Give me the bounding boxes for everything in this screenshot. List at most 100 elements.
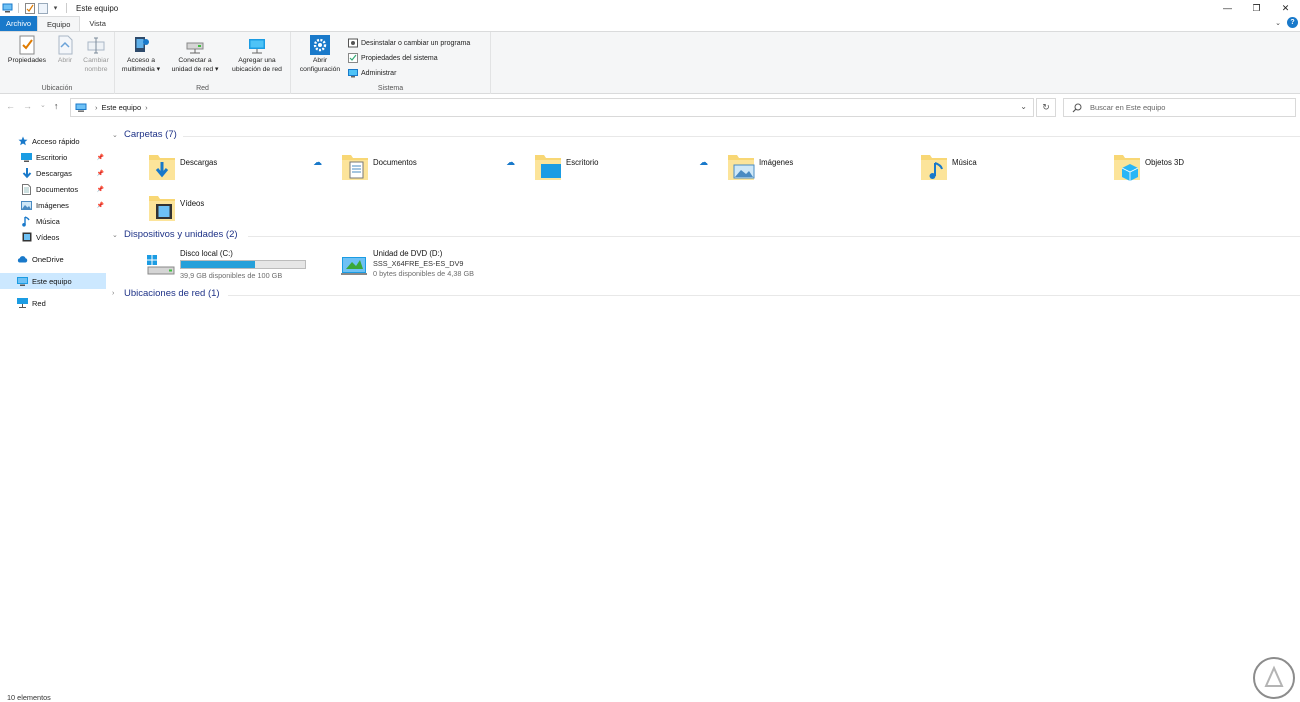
acceso-multimedia-button[interactable]: Acceso a multimedia ▾ (118, 35, 164, 74)
sidebar-label-red: Red (32, 298, 46, 308)
pin-icon[interactable]: 📌 (97, 154, 104, 161)
group-sistema: Abrir configuración Desinstalar o cambia… (291, 32, 491, 94)
folder-tile-musica[interactable]: Música (920, 152, 1110, 188)
breadcrumb-chevron-icon[interactable]: › (95, 103, 98, 112)
acceso-label-2: multimedia ▾ (121, 65, 161, 73)
music-note-icon (21, 215, 32, 227)
collapse-chevron-icon[interactable]: ⌄ (112, 131, 119, 139)
sidebar-item-este-equipo[interactable]: Este equipo (0, 273, 106, 289)
up-arrow-icon[interactable]: ↑ (54, 101, 59, 111)
desinstalar-programa-button[interactable]: Desinstalar o cambiar un programa (348, 37, 470, 49)
search-icon (1072, 103, 1082, 112)
section-header-ubicaciones-red[interactable]: › Ubicaciones de red (1) (112, 288, 220, 299)
properties-qat-icon[interactable] (24, 2, 35, 14)
abrir-button[interactable]: Abrir (52, 35, 78, 66)
sidebar-label: Vídeos (36, 232, 60, 242)
sidebar-label: Escritorio (36, 152, 68, 162)
navigation-pane: Acceso rápido Escritorio 📌 Descargas 📌 D… (0, 133, 106, 311)
tab-equipo[interactable]: Equipo (37, 16, 81, 31)
uninstall-icon (348, 38, 358, 48)
new-folder-qat-icon[interactable] (37, 2, 48, 14)
pin-icon[interactable]: 📌 (97, 170, 104, 177)
sidebar-label: Descargas (36, 168, 72, 178)
agregar-ubicacion-red-button[interactable]: Agregar una ubicación de red (225, 35, 289, 74)
folder-tile-documentos[interactable]: Documentos (341, 152, 531, 188)
drive-name: Unidad de DVD (D:) (373, 249, 443, 258)
close-icon[interactable]: ✕ (1271, 0, 1300, 16)
drive-free-space: 39,9 GB disponibles de 100 GB (180, 271, 283, 280)
sidebar-item-escritorio[interactable]: Escritorio 📌 (0, 149, 106, 165)
pin-icon[interactable]: 📌 (97, 202, 104, 209)
breadcrumb-chevron-icon[interactable]: › (145, 103, 148, 112)
explorer-icon (2, 3, 13, 14)
tab-archivo[interactable]: Archivo (0, 16, 38, 31)
address-bar[interactable]: › Este equipo › ⌄ (70, 98, 1034, 117)
quick-access-toolbar: ▾ Este equipo (0, 2, 118, 14)
abrir-config-label-1: Abrir (312, 57, 328, 64)
cambiar-label-1: Cambiar (83, 57, 109, 64)
sidebar-item-videos[interactable]: Vídeos (0, 229, 106, 245)
sidebar-item-musica[interactable]: Música (0, 213, 106, 229)
map-drive-icon (186, 42, 204, 54)
folder-tile-descargas[interactable]: Descargas (148, 152, 338, 188)
desktop-folder-icon (535, 155, 561, 180)
ribbon-collapse-icon[interactable]: ⌄ (1275, 19, 1281, 27)
sidebar-item-descargas[interactable]: Descargas 📌 (0, 165, 106, 181)
back-arrow-icon[interactable]: ← (6, 101, 15, 111)
section-header-dispositivos[interactable]: ⌄ Dispositivos y unidades (2) (112, 229, 238, 240)
cambiar-label-2: nombre (84, 65, 108, 73)
administrar-button[interactable]: Administrar (348, 67, 396, 79)
sidebar-item-documentos[interactable]: Documentos 📌 (0, 181, 106, 197)
group-label-ubicacion: Ubicación (41, 85, 73, 92)
media-access-icon (135, 37, 149, 52)
settings-gear-icon (310, 35, 330, 55)
abrir-label: Abrir (57, 57, 73, 64)
collapse-chevron-icon[interactable]: ⌄ (112, 231, 119, 239)
sidebar-label: Documentos (36, 184, 79, 194)
section-header-carpetas[interactable]: ⌄ Carpetas (7) (112, 129, 177, 140)
dvd-drive-icon (341, 257, 367, 275)
drive-tile-d[interactable]: Unidad de DVD (D:) SSS_X64FRE_ES-ES_DV9 … (339, 249, 529, 285)
help-icon[interactable]: ? (1287, 17, 1298, 28)
conectar-unidad-button[interactable]: Conectar a unidad de red ▾ (166, 35, 224, 74)
refresh-button[interactable]: ↻ (1036, 98, 1056, 117)
forward-arrow-icon[interactable]: → (23, 101, 32, 111)
restore-icon[interactable]: ❐ (1242, 0, 1271, 16)
recent-dropdown-icon[interactable]: ⌄ (40, 101, 46, 111)
address-dropdown-icon[interactable]: ⌄ (1020, 102, 1027, 111)
cambiar-nombre-button[interactable]: Cambiar nombre (79, 35, 113, 74)
folder-name: Objetos 3D (1145, 158, 1185, 167)
folder-tile-videos[interactable]: Vídeos (148, 193, 338, 229)
minimize-icon[interactable]: — (1213, 0, 1242, 16)
folder-tile-imagenes[interactable]: Imágenes (727, 152, 917, 188)
search-input[interactable]: Buscar en Este equipo (1063, 98, 1296, 117)
expand-chevron-icon[interactable]: › (112, 290, 119, 297)
drive-name: Disco local (C:) (180, 249, 233, 258)
sidebar-item-imagenes[interactable]: Imágenes 📌 (0, 197, 106, 213)
onedrive-cloud-icon (17, 254, 28, 265)
watermark-logo (1253, 657, 1295, 699)
folder-tile-objetos-3d[interactable]: Objetos 3D (1113, 152, 1300, 188)
sidebar-item-red[interactable]: Red (0, 295, 106, 311)
folder-tile-escritorio[interactable]: Escritorio (534, 152, 724, 188)
qat-dropdown-icon[interactable]: ▾ (50, 3, 61, 14)
drive-usage-bar (180, 260, 306, 269)
group-red: Acceso a multimedia ▾ Conectar a unidad … (115, 32, 291, 94)
propiedades-button[interactable]: Propiedades (5, 35, 49, 66)
pin-icon[interactable]: 📌 (97, 186, 104, 193)
sidebar-item-onedrive[interactable]: OneDrive (0, 251, 106, 267)
drive-tile-c[interactable]: Disco local (C:) 39,9 GB disponibles de … (146, 249, 336, 285)
pictures-icon (21, 200, 32, 211)
status-bar-count: 10 elementos (7, 693, 51, 702)
sidebar-item-acceso-rapido[interactable]: Acceso rápido (0, 133, 106, 149)
refresh-icon: ↻ (1042, 102, 1050, 112)
tab-vista[interactable]: Vista (80, 16, 115, 31)
agregar-label-1: Agregar una (238, 57, 276, 64)
drive-volume-label: SSS_X64FRE_ES-ES_DV9 (373, 259, 464, 268)
abrir-configuracion-button[interactable]: Abrir configuración (294, 35, 346, 74)
local-disk-icon (147, 255, 175, 275)
propiedades-sistema-button[interactable]: Propiedades del sistema (348, 52, 438, 64)
videos-folder-icon (149, 196, 175, 221)
breadcrumb-este-equipo[interactable]: Este equipo (102, 103, 142, 112)
agregar-label-2: ubicación de red (232, 65, 282, 73)
